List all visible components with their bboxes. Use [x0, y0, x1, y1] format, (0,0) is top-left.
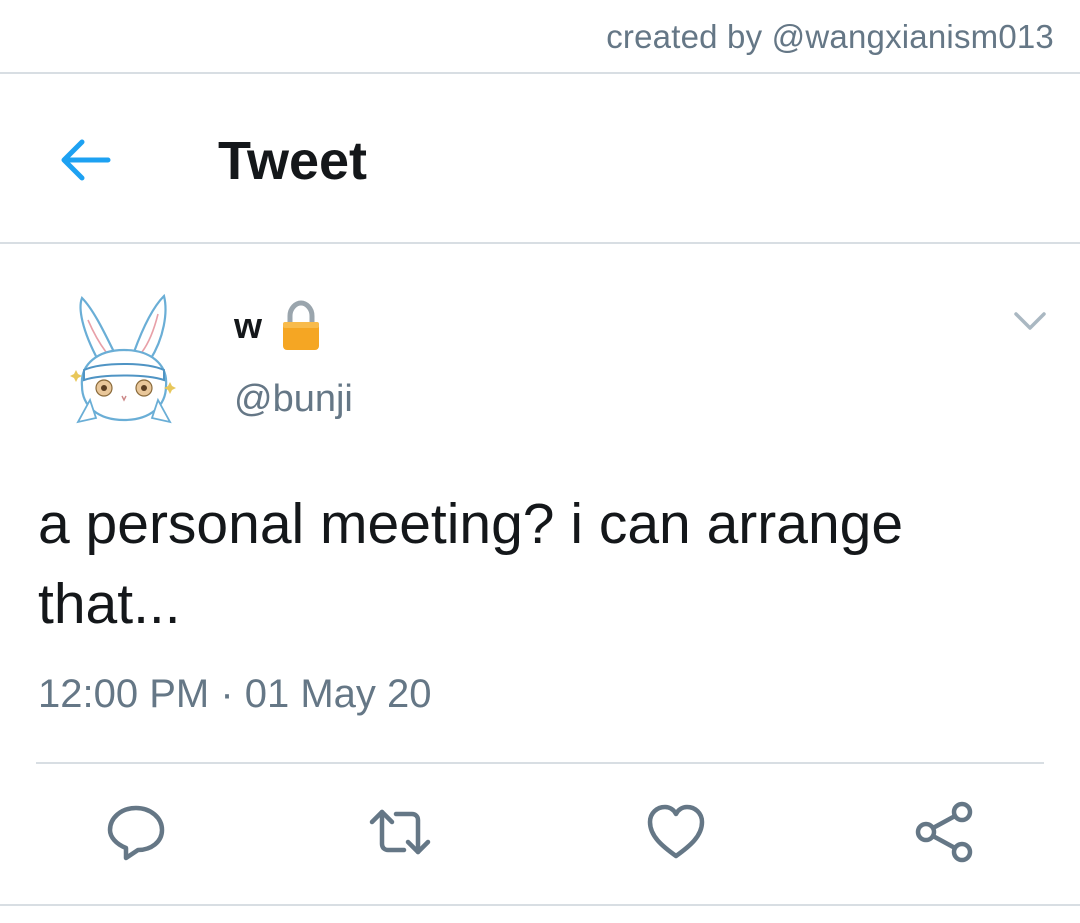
- retweet-icon: [369, 809, 431, 855]
- avatar[interactable]: [68, 290, 180, 430]
- back-button[interactable]: [56, 136, 112, 184]
- reply-button[interactable]: [104, 800, 168, 864]
- more-options-button[interactable]: [1010, 306, 1050, 336]
- share-icon: [915, 801, 973, 863]
- heart-icon: [647, 804, 705, 859]
- arrow-left-icon: [61, 139, 111, 181]
- display-name[interactable]: w: [234, 305, 262, 347]
- like-button[interactable]: [644, 800, 708, 864]
- tweet-detail: w @bunji a personal meeting? i can arran…: [0, 244, 1080, 904]
- tweet-header: Tweet: [0, 74, 1080, 244]
- author-handle[interactable]: @bunji: [234, 378, 353, 421]
- tweet-text: a personal meeting? i can arrange that..…: [38, 492, 904, 636]
- reply-icon: [107, 805, 165, 861]
- credit-text: created by @wangxianism013: [606, 18, 1054, 55]
- page-title: Tweet: [218, 131, 368, 191]
- chevron-down-icon: [1014, 312, 1046, 330]
- share-button[interactable]: [912, 800, 976, 864]
- tweet-timestamp[interactable]: 12:00 PM · 01 May 20: [38, 672, 432, 717]
- retweet-button[interactable]: [368, 800, 432, 864]
- divider: [36, 762, 1044, 764]
- author-name-row: w: [234, 298, 322, 354]
- tweet-actions: [0, 800, 1080, 864]
- rabbit-avatar-image: [70, 293, 176, 424]
- lock-icon: [283, 300, 320, 350]
- bottom-divider: [0, 904, 1080, 906]
- credit-bar: created by @wangxianism013: [0, 0, 1080, 74]
